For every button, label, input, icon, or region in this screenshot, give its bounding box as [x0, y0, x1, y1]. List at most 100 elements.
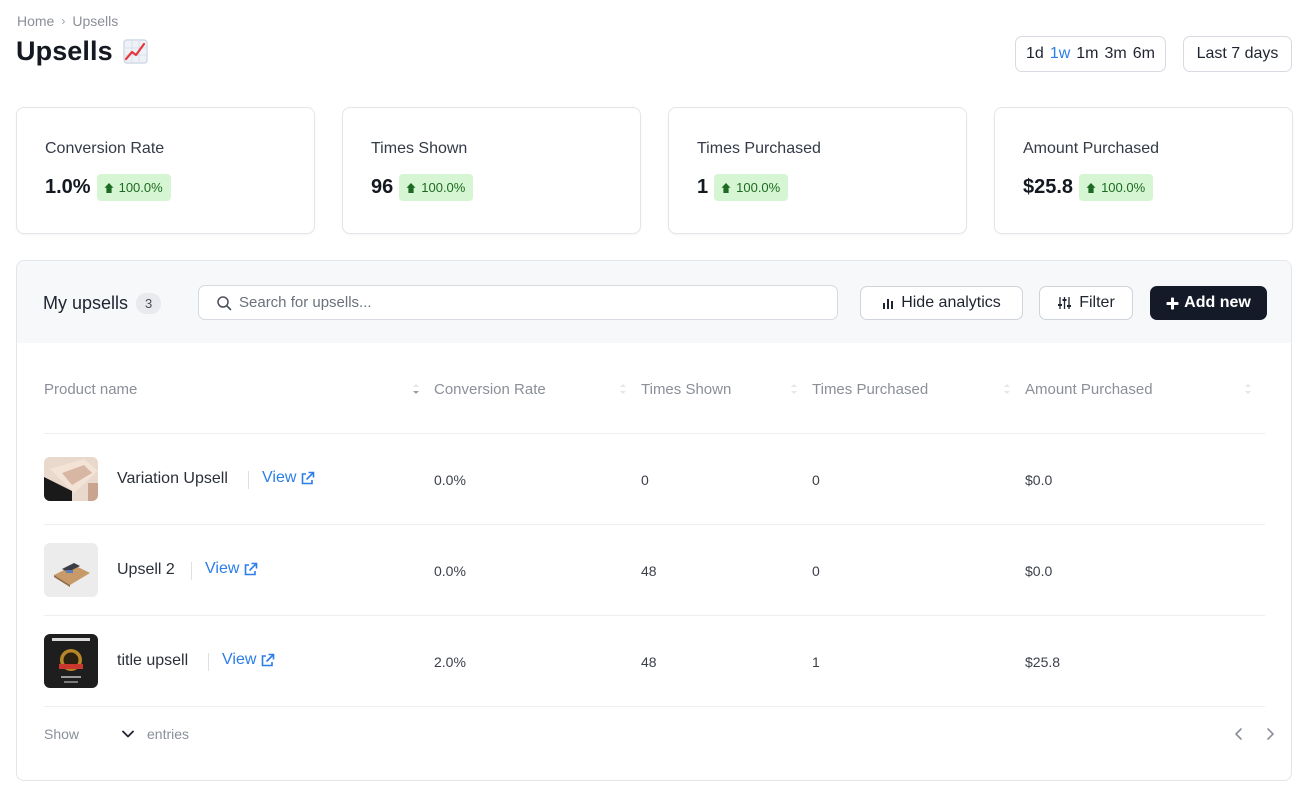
search-input[interactable]	[239, 294, 837, 311]
sort-icon[interactable]	[1244, 382, 1252, 396]
stat-label: Amount Purchased	[1023, 140, 1160, 157]
amount-purchased-cell: $0.0	[1025, 472, 1053, 488]
chevron-right-icon[interactable]	[1264, 727, 1276, 741]
count-badge: 3	[136, 293, 162, 314]
conversion-rate-cell: 0.0%	[434, 472, 466, 488]
change-value: 100.0%	[736, 180, 781, 195]
stat-label: Times Purchased	[697, 140, 821, 157]
arrow-up-icon	[1086, 182, 1096, 193]
divider	[248, 471, 249, 489]
bar-chart-icon	[883, 298, 894, 309]
date-range-label: Last 7 days	[1196, 45, 1279, 62]
hide-analytics-label: Hide analytics	[901, 294, 1001, 311]
product-thumbnail	[44, 634, 98, 688]
sort-icon[interactable]	[619, 382, 627, 396]
row-divider	[44, 615, 1265, 616]
change-badge: 100.0%	[1079, 174, 1154, 201]
sort-icon[interactable]	[790, 382, 798, 396]
divider	[208, 653, 209, 671]
range-option-1m[interactable]: 1m	[1076, 45, 1098, 63]
times-purchased-cell: 1	[812, 654, 820, 670]
breadcrumb-current: Upsells	[72, 13, 119, 29]
product-name: title upsell	[117, 652, 189, 669]
row-divider	[44, 433, 1265, 434]
plus-icon	[1166, 297, 1179, 309]
chart-increasing-icon	[122, 39, 148, 64]
chevron-left-icon[interactable]	[1233, 727, 1245, 741]
page-header: Upsells	[16, 36, 148, 67]
stat-label: Times Shown	[371, 140, 468, 157]
column-header-times-purchased[interactable]: Times Purchased	[812, 381, 928, 398]
date-range-picker[interactable]: Last 7 days	[1183, 36, 1292, 72]
range-toggle-group: 1d 1w 1m 3m 6m	[1015, 36, 1166, 72]
upsells-panel: My upsells 3 Hide analytics	[16, 260, 1292, 781]
stat-value: $25.8	[1023, 176, 1074, 198]
search-box	[198, 285, 838, 320]
stat-card-conversion-rate: Conversion Rate 1.0% 100.0%	[16, 107, 315, 234]
view-label: View	[262, 469, 297, 486]
column-header-amount-purchased[interactable]: Amount Purchased	[1025, 381, 1153, 398]
range-option-1d[interactable]: 1d	[1026, 45, 1044, 63]
product-thumbnail	[44, 543, 98, 597]
sort-descending-icon[interactable]	[412, 382, 420, 396]
range-option-3m[interactable]: 3m	[1105, 45, 1127, 63]
hide-analytics-button[interactable]: Hide analytics	[860, 286, 1023, 320]
column-header-product-name[interactable]: Product name	[44, 381, 137, 398]
change-value: 100.0%	[1101, 180, 1146, 195]
product-name: Upsell 2	[117, 561, 175, 578]
external-link-icon	[262, 653, 275, 666]
filter-button[interactable]: Filter	[1039, 286, 1133, 320]
search-icon	[217, 296, 232, 311]
product-thumbnail	[44, 457, 98, 501]
view-link[interactable]: View	[262, 469, 315, 487]
stat-card-times-shown: Times Shown 96 100.0%	[342, 107, 641, 234]
panel-title: My upsells 3	[43, 293, 162, 314]
arrow-up-icon	[406, 182, 416, 193]
stat-value: 1	[697, 176, 709, 198]
add-new-label: Add new	[1184, 294, 1251, 311]
view-label: View	[205, 560, 240, 577]
breadcrumb: Home › Upsells	[17, 13, 118, 29]
external-link-icon	[302, 471, 315, 484]
range-option-1w[interactable]: 1w	[1050, 45, 1070, 63]
change-value: 100.0%	[118, 180, 163, 195]
times-purchased-cell: 0	[812, 472, 820, 488]
row-divider	[44, 706, 1265, 707]
times-shown-cell: 0	[641, 472, 649, 488]
arrow-up-icon	[104, 182, 114, 193]
stat-value: 1.0%	[45, 176, 91, 198]
range-option-6m[interactable]: 6m	[1133, 45, 1155, 63]
change-value: 100.0%	[421, 180, 466, 195]
entries-label: entries	[147, 726, 190, 742]
change-badge: 100.0%	[714, 174, 789, 201]
times-shown-cell: 48	[641, 563, 657, 579]
sliders-icon	[1058, 297, 1072, 309]
product-name: Variation Upsell	[117, 470, 228, 487]
add-new-button[interactable]: Add new	[1150, 286, 1267, 320]
conversion-rate-cell: 2.0%	[434, 654, 466, 670]
change-badge: 100.0%	[96, 174, 171, 201]
sort-icon[interactable]	[1003, 382, 1011, 396]
external-link-icon	[245, 562, 258, 575]
view-link[interactable]: View	[222, 651, 275, 669]
filter-label: Filter	[1079, 294, 1115, 311]
column-header-times-shown[interactable]: Times Shown	[641, 381, 731, 398]
times-shown-cell: 48	[641, 654, 657, 670]
conversion-rate-cell: 0.0%	[434, 563, 466, 579]
amount-purchased-cell: $0.0	[1025, 563, 1053, 579]
stat-label: Conversion Rate	[45, 140, 165, 157]
chevron-down-icon[interactable]	[121, 727, 135, 741]
stat-card-amount-purchased: Amount Purchased $25.8 100.0%	[994, 107, 1293, 234]
row-divider	[44, 524, 1265, 525]
stat-value: 96	[371, 176, 394, 198]
panel-toolbar: My upsells 3 Hide analytics	[17, 261, 1291, 343]
page-title: Upsells	[16, 36, 113, 66]
stat-card-times-purchased: Times Purchased 1 100.0%	[668, 107, 967, 234]
arrow-up-icon	[721, 182, 731, 193]
change-badge: 100.0%	[399, 174, 474, 201]
breadcrumb-home[interactable]: Home	[17, 13, 54, 29]
show-label: Show	[44, 726, 80, 742]
view-link[interactable]: View	[205, 560, 258, 578]
panel-title-text: My upsells	[43, 293, 129, 313]
column-header-conversion-rate[interactable]: Conversion Rate	[434, 381, 546, 398]
